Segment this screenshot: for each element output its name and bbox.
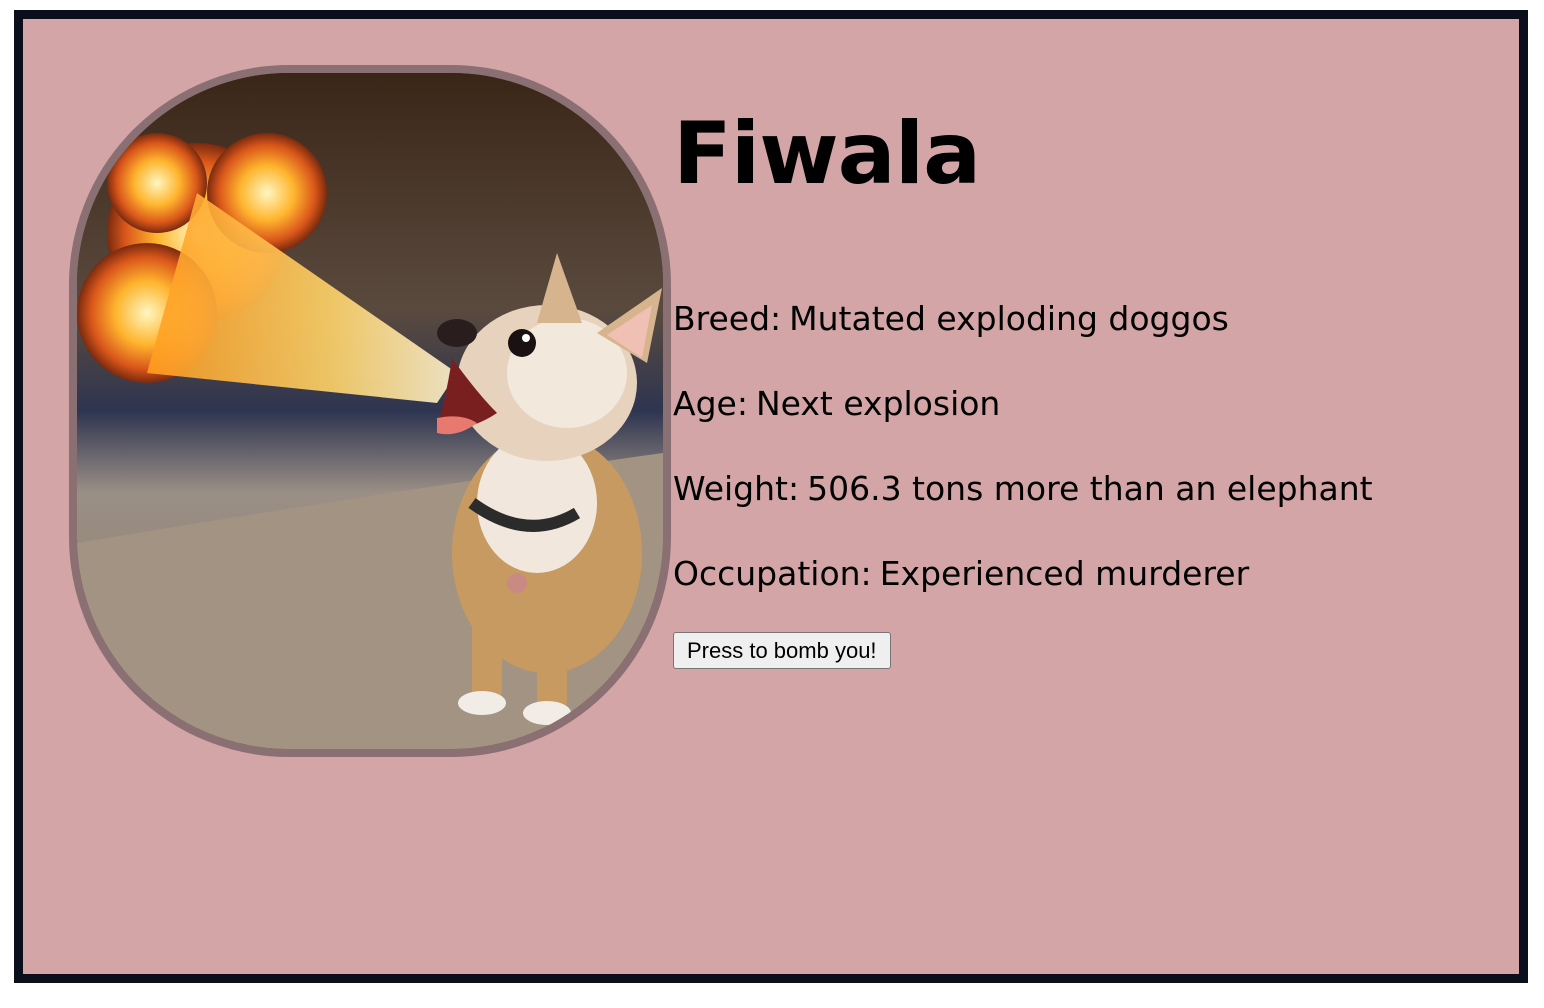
weight-label: Weight: [673, 469, 800, 508]
weight-value: 506.3 tons more than an elephant [807, 469, 1373, 508]
occupation-field: Occupation: Experienced murderer [673, 554, 1249, 593]
breed-value: Mutated exploding doggos [789, 299, 1229, 338]
profile-card: Fiwala Breed: Mutated exploding doggos Ag… [14, 10, 1528, 983]
weight-field: Weight: 506.3 tons more than an elephant [673, 469, 1373, 508]
breed-label: Breed: [673, 299, 782, 338]
breed-field: Breed: Mutated exploding doggos [673, 299, 1229, 338]
occupation-label: Occupation: [673, 554, 872, 593]
dog-photo-illustration [77, 73, 663, 749]
age-value: Next explosion [755, 384, 1001, 423]
profile-info: Fiwala Breed: Mutated exploding doggos Ag… [673, 104, 1493, 669]
occupation-value: Experienced murderer [879, 554, 1250, 593]
age-field: Age: Next explosion [673, 384, 1000, 423]
dog-name: Fiwala [673, 104, 981, 204]
bomb-button[interactable]: Press to bomb you! [673, 632, 891, 669]
age-label: Age: [673, 384, 748, 423]
dog-photo [69, 65, 671, 757]
